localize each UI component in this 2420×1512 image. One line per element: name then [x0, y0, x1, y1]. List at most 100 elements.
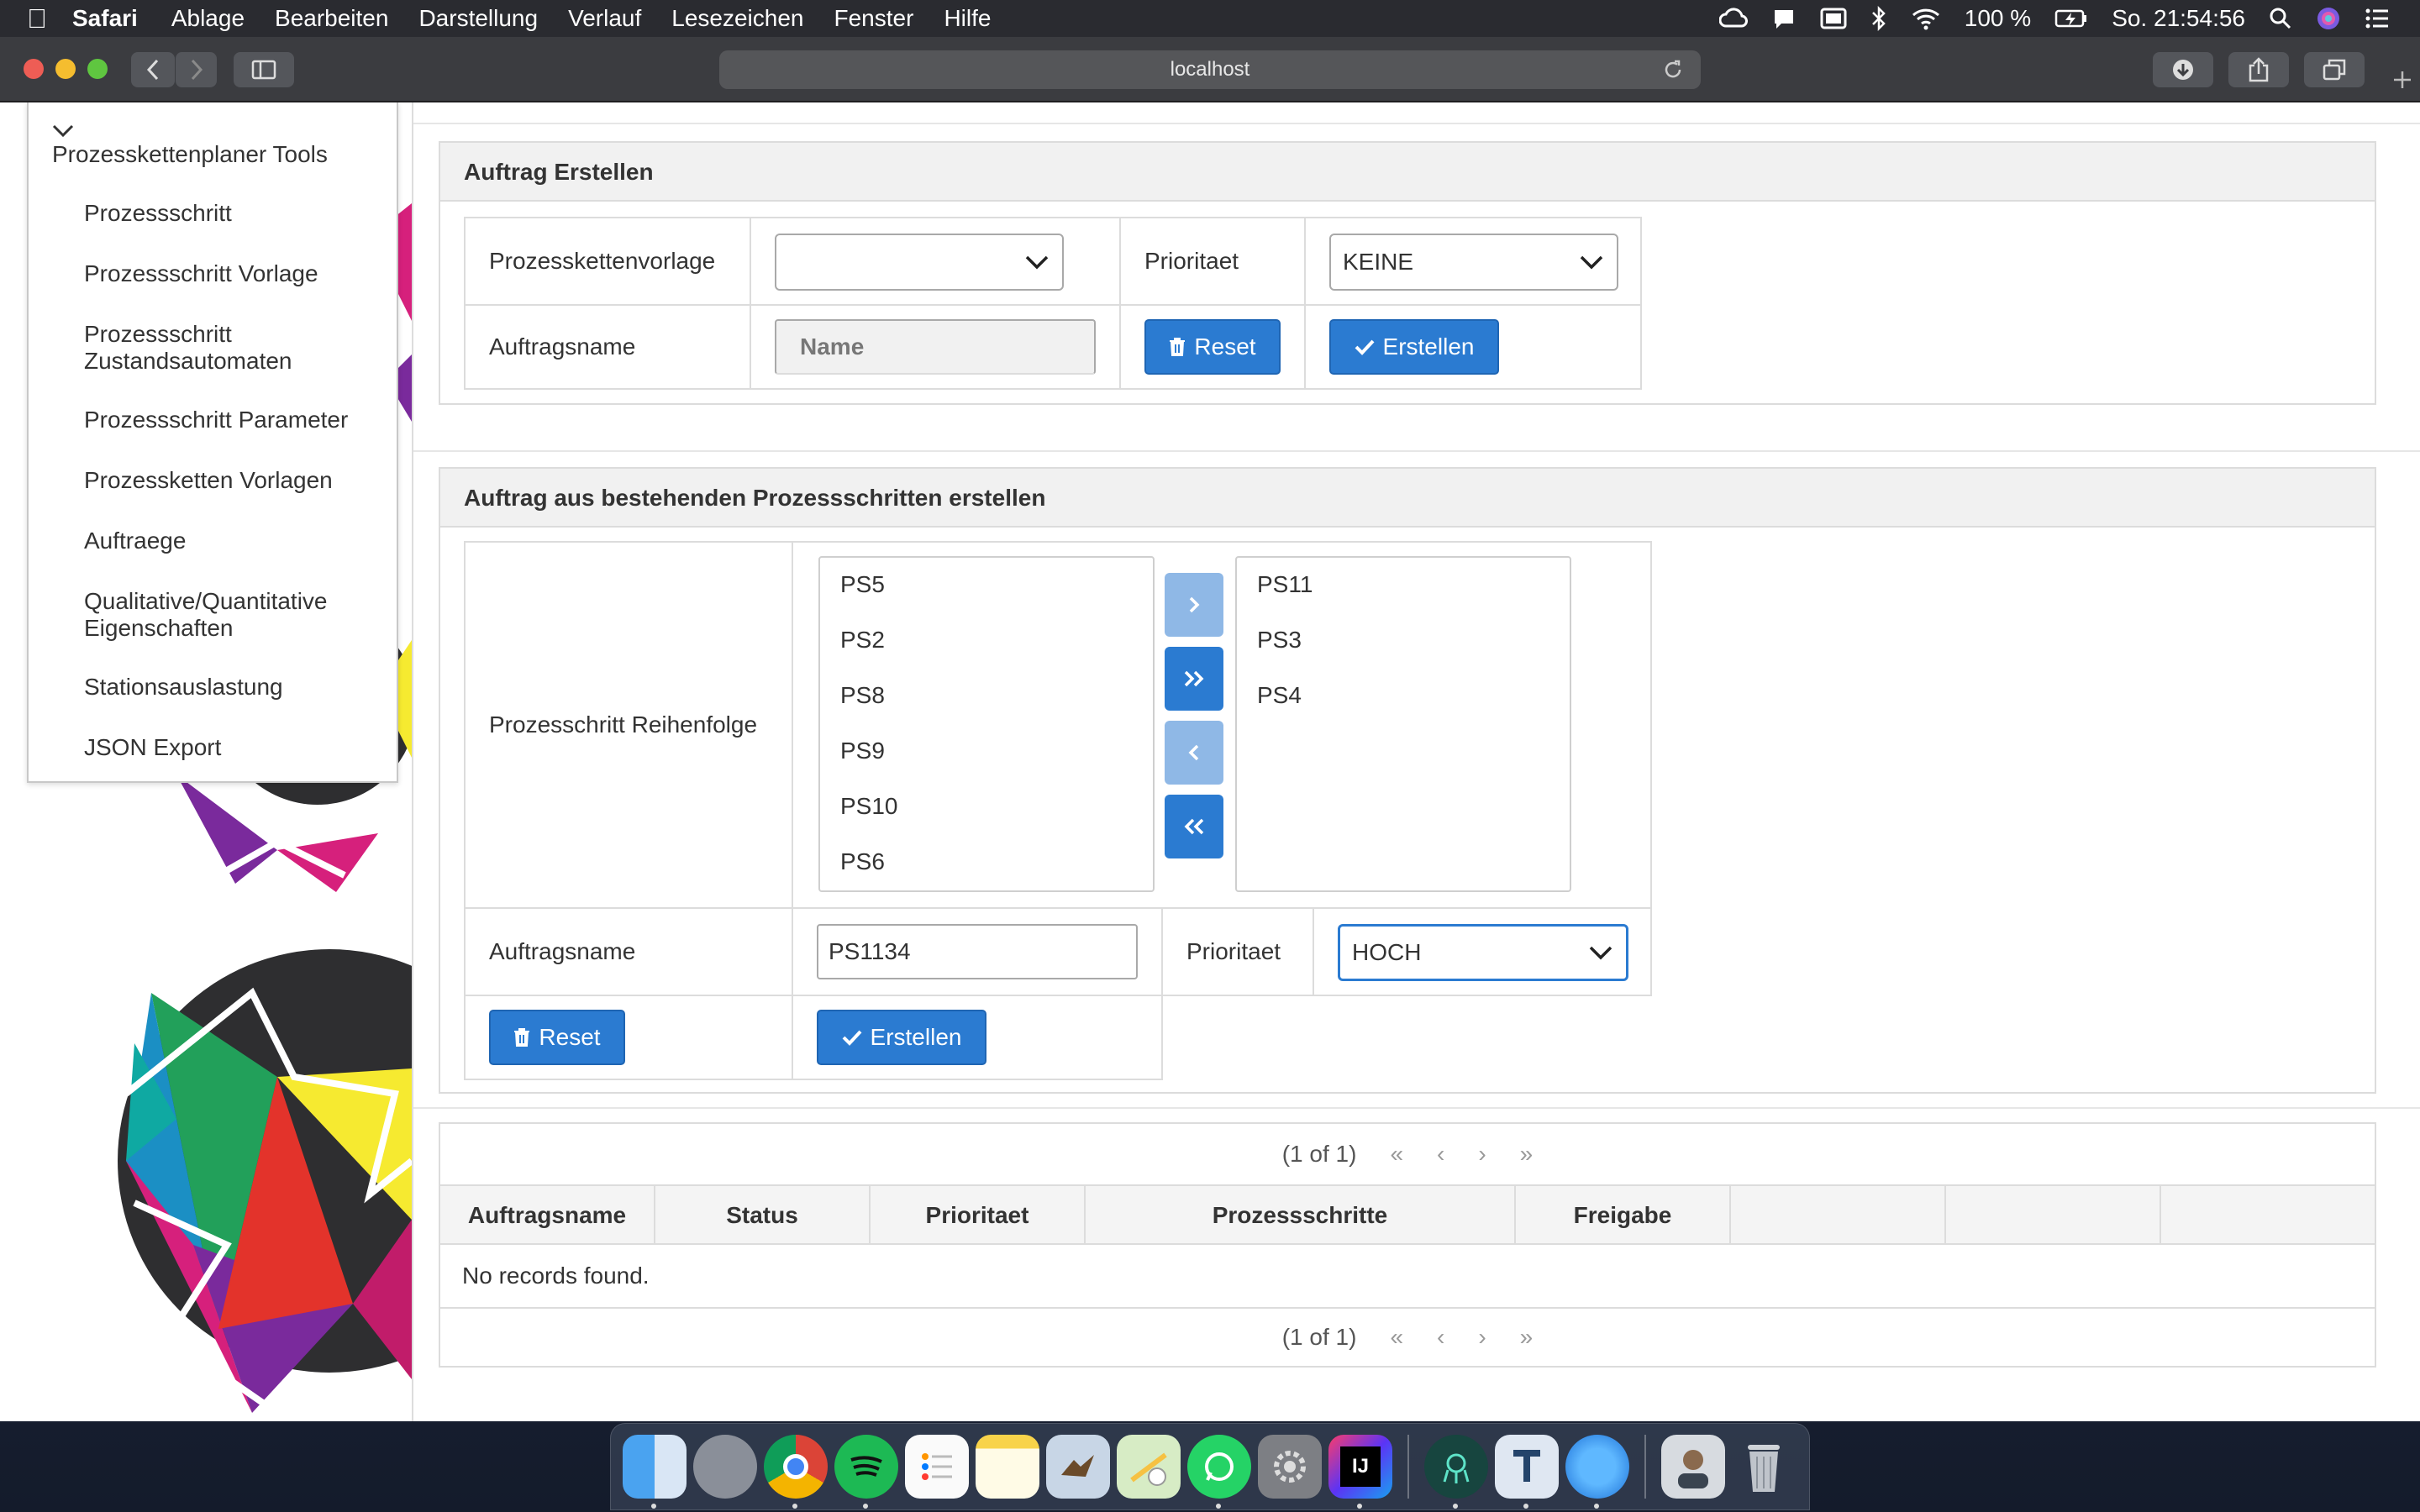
address-bar[interactable]: localhost	[719, 50, 1701, 89]
finder-icon[interactable]	[623, 1435, 687, 1509]
menubar-clock[interactable]: So. 21:54:56	[2112, 5, 2245, 32]
list-item[interactable]: PS5	[840, 571, 885, 598]
tabs-overview-button[interactable]	[2304, 52, 2365, 87]
column-header-freigabe[interactable]: Freigabe	[1516, 1186, 1731, 1245]
battery-icon[interactable]	[2054, 8, 2088, 29]
trash-icon[interactable]	[1732, 1435, 1796, 1499]
wifi-icon[interactable]	[1911, 7, 1941, 30]
first-page-icon[interactable]: «	[1390, 1324, 1403, 1351]
menu-app-safari[interactable]: Safari	[72, 5, 138, 32]
spotlight-search-icon[interactable]	[2269, 7, 2292, 30]
list-item[interactable]: PS9	[840, 738, 885, 764]
column-header-auftragsname[interactable]: Auftragsname	[440, 1186, 655, 1245]
notification-icon[interactable]	[1771, 7, 1797, 30]
next-page-icon[interactable]: ›	[1478, 1324, 1486, 1351]
move-right-button[interactable]	[1165, 573, 1223, 637]
move-all-left-button[interactable]	[1165, 795, 1223, 858]
list-item[interactable]: PS8	[840, 682, 885, 709]
reset-button[interactable]: Reset	[1144, 319, 1281, 375]
prioritaet-select[interactable]: HOCH	[1338, 924, 1628, 981]
tools-menu-header[interactable]: Prozesskettenplaner Tools	[52, 124, 328, 168]
user-folder-icon[interactable]	[1661, 1435, 1725, 1499]
prioritaet-select[interactable]: KEINE	[1329, 234, 1618, 291]
back-button[interactable]	[131, 52, 175, 87]
menu-hilfe[interactable]: Hilfe	[944, 5, 991, 32]
auftrag-form-table: Prozesskettenvorlage Prioritaet KEINE Au…	[464, 217, 1642, 390]
menu-bearbeiten[interactable]: Bearbeiten	[275, 5, 388, 32]
window-close-button[interactable]	[24, 59, 44, 79]
gitkraken-icon[interactable]	[1424, 1435, 1488, 1509]
textwrangler-icon[interactable]	[1495, 1435, 1559, 1509]
picklist-cell: PS5 PS2 PS8 PS9 PS10 PS6 PS11 PS3 PS4	[792, 541, 1652, 909]
menu-item-prozessschritt-vorlage[interactable]: Prozessschritt Vorlage	[84, 260, 318, 287]
siri-icon[interactable]	[2316, 6, 2341, 31]
menu-darstellung[interactable]: Darstellung	[418, 5, 538, 32]
chrome-icon[interactable]	[764, 1435, 828, 1509]
prev-page-icon[interactable]: ‹	[1437, 1324, 1444, 1351]
sidebar-toggle-button[interactable]	[234, 52, 294, 87]
prozessschritt-form-table: Prozesschritt Reihenfolge PS5 PS2 PS8 PS…	[464, 541, 1652, 1080]
notification-center-icon[interactable]	[2365, 8, 2390, 29]
url-text: localhost	[1170, 58, 1250, 81]
notes-icon[interactable]	[976, 1435, 1039, 1499]
safari-icon[interactable]	[1565, 1435, 1629, 1509]
whatsapp-icon[interactable]	[1187, 1435, 1251, 1509]
window-zoom-button[interactable]	[87, 59, 108, 79]
vorlage-select[interactable]	[775, 234, 1064, 291]
erstellen-cell: Erstellen	[1304, 304, 1642, 390]
bluetooth-icon[interactable]	[1870, 6, 1887, 31]
launchpad-icon[interactable]	[693, 1435, 757, 1499]
forward-button[interactable]	[175, 52, 217, 87]
target-list[interactable]: PS11 PS3 PS4	[1235, 556, 1571, 892]
screen-icon[interactable]	[1820, 8, 1847, 29]
menu-item-zustandsautomaten[interactable]: Prozessschritt Zustandsautomaten	[84, 321, 292, 375]
apple-menu-icon[interactable]: 	[27, 0, 72, 37]
auftragsname-input[interactable]: Name	[775, 319, 1096, 375]
menu-item-auftraege[interactable]: Auftraege	[84, 528, 186, 554]
menu-item-prozessketten-vorlagen[interactable]: Prozessketten Vorlagen	[84, 467, 333, 494]
mail-icon[interactable]	[1046, 1435, 1110, 1499]
move-left-button[interactable]	[1165, 721, 1223, 785]
window-minimize-button[interactable]	[55, 59, 76, 79]
first-page-icon[interactable]: «	[1390, 1141, 1403, 1168]
downloads-button[interactable]	[2153, 52, 2213, 87]
list-item[interactable]: PS11	[1257, 571, 1313, 598]
list-item[interactable]: PS6	[840, 848, 885, 875]
menu-fenster[interactable]: Fenster	[834, 5, 914, 32]
list-item[interactable]: PS10	[840, 793, 898, 820]
intellij-icon[interactable]: IJ	[1328, 1435, 1392, 1509]
list-item[interactable]: PS3	[1257, 627, 1302, 654]
menu-verlauf[interactable]: Verlauf	[568, 5, 641, 32]
last-page-icon[interactable]: »	[1520, 1324, 1534, 1351]
reminders-icon[interactable]	[905, 1435, 969, 1499]
menu-item-eigenschaften[interactable]: Qualitative/Quantitative Eigenschaften	[84, 588, 328, 642]
share-button[interactable]	[2228, 52, 2289, 87]
menu-item-stationsauslastung[interactable]: Stationsauslastung	[84, 674, 283, 701]
reload-icon[interactable]	[1662, 59, 1684, 81]
next-page-icon[interactable]: ›	[1478, 1141, 1486, 1168]
reset-button[interactable]: Reset	[489, 1010, 625, 1065]
menu-item-prozessschritt[interactable]: Prozessschritt	[84, 200, 232, 227]
list-item[interactable]: PS2	[840, 627, 885, 654]
spotify-icon[interactable]	[834, 1435, 898, 1509]
creative-cloud-icon[interactable]	[1718, 8, 1748, 29]
move-all-right-button[interactable]	[1165, 647, 1223, 711]
list-item[interactable]: PS4	[1257, 682, 1302, 709]
page-content: Prozesskettenplaner Tools Prozessschritt…	[0, 102, 2420, 1421]
column-header-prioritaet[interactable]: Prioritaet	[871, 1186, 1086, 1245]
erstellen-button[interactable]: Erstellen	[1329, 319, 1499, 375]
menu-item-json-export[interactable]: JSON Export	[84, 734, 221, 761]
column-header-prozessschritte[interactable]: Prozessschritte	[1086, 1186, 1516, 1245]
menu-lesezeichen[interactable]: Lesezeichen	[671, 5, 803, 32]
maps-icon[interactable]	[1117, 1435, 1181, 1499]
system-preferences-icon[interactable]	[1258, 1435, 1322, 1499]
erstellen-button[interactable]: Erstellen	[817, 1010, 986, 1065]
menu-ablage[interactable]: Ablage	[171, 5, 245, 32]
last-page-icon[interactable]: »	[1520, 1141, 1534, 1168]
auftragsname-input[interactable]: PS1134	[817, 924, 1138, 979]
new-tab-button[interactable]	[2385, 62, 2420, 97]
column-header-status[interactable]: Status	[655, 1186, 871, 1245]
prev-page-icon[interactable]: ‹	[1437, 1141, 1444, 1168]
menu-item-parameter[interactable]: Prozessschritt Parameter	[84, 407, 348, 433]
source-list[interactable]: PS5 PS2 PS8 PS9 PS10 PS6	[818, 556, 1155, 892]
